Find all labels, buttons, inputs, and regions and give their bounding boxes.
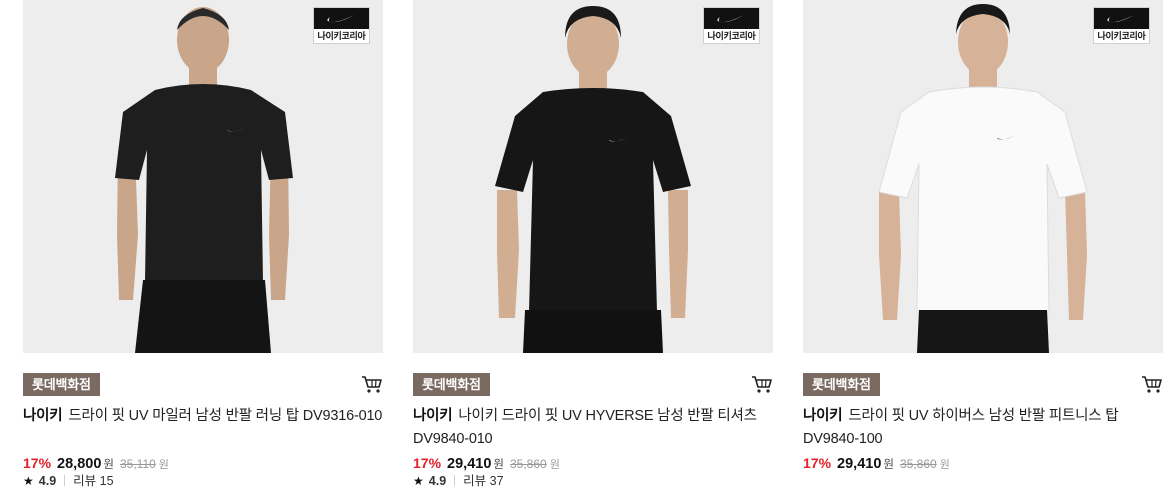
brand-badge-label: 나이키코리아: [317, 31, 366, 41]
original-price: 35,110: [119, 457, 156, 471]
original-currency-label: 원: [939, 459, 950, 471]
model-photo: [23, 0, 383, 353]
brand-badge: 나이키코리아: [313, 7, 370, 44]
brand-badge-label: 나이키코리아: [1097, 31, 1146, 41]
product-grid: 나이키코리아 롯데백화점 나이키 드라이 핏 UV 마일러 남성 반팔 러닝 탑 …: [0, 0, 1166, 498]
store-tag: 롯데백화점: [803, 373, 880, 396]
rating-row: ★ 4.9 리뷰 15: [23, 471, 114, 491]
sale-price: 29,410: [447, 456, 492, 472]
nike-logo-icon: [314, 8, 369, 29]
original-price: 35,860: [509, 457, 547, 471]
cart-icon[interactable]: [751, 374, 773, 394]
discount-rate: 17%: [23, 455, 52, 471]
sale-price: 28,800: [57, 456, 102, 472]
price-row: 17% 29,410 원 35,860 원: [413, 453, 560, 473]
original-price: 35,860: [899, 457, 937, 471]
product-name: 드라이 핏 UV 하이버스 남성 반팔 피트니스 탑 DV9840-100: [803, 408, 1119, 447]
divider: [64, 475, 66, 486]
product-title[interactable]: 나이키 드라이 핏 UV 하이버스 남성 반팔 피트니스 탑 DV9840-100: [803, 405, 1163, 451]
rating-score: 4.9: [428, 474, 447, 488]
currency-label: 원: [883, 459, 894, 471]
brand-badge: 나이키코리아: [703, 7, 760, 44]
model-photo: [413, 0, 773, 353]
discount-rate: 17%: [803, 455, 832, 471]
rating-row: ★ 4.9 리뷰 37: [413, 471, 504, 491]
model-photo: [803, 0, 1163, 353]
brand-badge-label: 나이키코리아: [707, 31, 756, 41]
star-icon: ★: [413, 474, 424, 488]
product-card[interactable]: 나이키코리아 롯데백화점 나이키 드라이 핏 UV 마일러 남성 반팔 러닝 탑 …: [23, 0, 383, 498]
store-tag: 롯데백화점: [23, 373, 100, 396]
product-title[interactable]: 나이키 나이키 드라이 핏 UV HYVERSE 남성 반팔 티셔츠 DV9840…: [413, 405, 773, 451]
product-image[interactable]: 나이키코리아: [413, 0, 773, 353]
product-image[interactable]: 나이키코리아: [23, 0, 383, 353]
original-currency-label: 원: [549, 459, 560, 471]
original-currency-label: 원: [158, 459, 169, 471]
product-name: 드라이 핏 UV 마일러 남성 반팔 러닝 탑 DV9316-010: [68, 408, 383, 424]
product-image[interactable]: 나이키코리아: [803, 0, 1163, 353]
product-brand: 나이키: [23, 408, 63, 424]
price-row: 17% 28,800 원 35,110 원: [23, 453, 169, 473]
nike-logo-icon: [704, 8, 759, 29]
review-count[interactable]: 리뷰 37: [463, 474, 503, 488]
product-title[interactable]: 나이키 드라이 핏 UV 마일러 남성 반팔 러닝 탑 DV9316-010: [23, 405, 383, 428]
star-icon: ★: [23, 474, 34, 488]
cart-icon[interactable]: [1141, 374, 1163, 394]
rating-score: 4.9: [38, 474, 57, 488]
product-card[interactable]: 나이키코리아 롯데백화점 나이키 드라이 핏 UV 하이버스 남성 반팔 피트니스…: [803, 0, 1163, 498]
currency-label: 원: [493, 459, 504, 471]
cart-icon[interactable]: [361, 374, 383, 394]
review-count[interactable]: 리뷰 15: [73, 474, 113, 488]
price-row: 17% 29,410 원 35,860 원: [803, 453, 950, 473]
product-name: 나이키 드라이 핏 UV HYVERSE 남성 반팔 티셔츠 DV9840-01…: [413, 408, 757, 447]
divider: [454, 475, 456, 486]
product-brand: 나이키: [413, 408, 453, 424]
currency-label: 원: [103, 459, 114, 471]
brand-badge: 나이키코리아: [1093, 7, 1150, 44]
discount-rate: 17%: [413, 455, 442, 471]
product-brand: 나이키: [803, 408, 843, 424]
product-card[interactable]: 나이키코리아 롯데백화점 나이키 나이키 드라이 핏 UV HYVERSE 남성 …: [413, 0, 773, 498]
store-tag: 롯데백화점: [413, 373, 490, 396]
nike-logo-icon: [1094, 8, 1149, 29]
sale-price: 29,410: [837, 456, 882, 472]
